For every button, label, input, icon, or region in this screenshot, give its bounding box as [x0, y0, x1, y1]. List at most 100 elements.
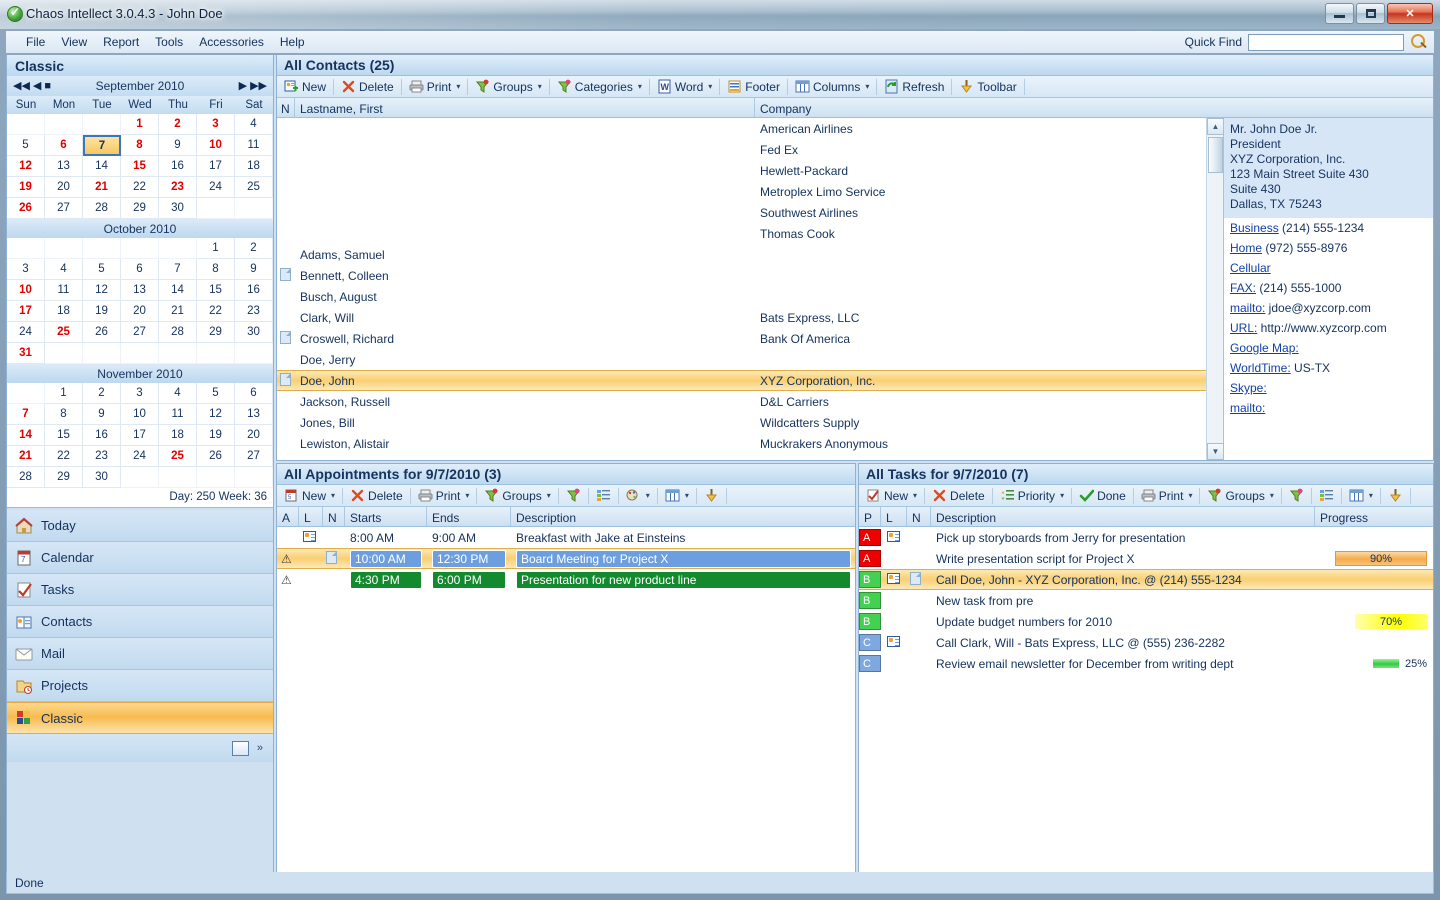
chevron-down-icon[interactable]: ▾: [331, 491, 335, 500]
calendar-day-3[interactable]: 3: [197, 114, 235, 135]
priority-badge[interactable]: C: [859, 634, 881, 651]
calendar-day-11[interactable]: 11: [235, 135, 273, 156]
calendar-grid-september[interactable]: 1 2 3 4 5 6 7 8 9 10 11 12 13 14 15 16 17 18 19 20 21 22 23 24 2…: [7, 114, 273, 219]
calendar-day-6[interactable]: 6: [121, 259, 159, 280]
contact-card-icon[interactable]: [303, 530, 316, 542]
calendar-day-4[interactable]: 4: [159, 383, 197, 404]
task-col-progress[interactable]: Progress: [1315, 507, 1433, 526]
sidebar-item-mail[interactable]: Mail: [7, 638, 273, 670]
appointments-funnel-green-button[interactable]: [561, 486, 586, 506]
appointments-print-button[interactable]: Print ▾: [413, 486, 475, 506]
chevron-down-icon[interactable]: ▾: [913, 491, 917, 500]
priority-badge[interactable]: B: [859, 613, 881, 630]
contact-row[interactable]: Hewlett-Packard: [277, 160, 1206, 181]
calendar-day-25[interactable]: 25: [159, 446, 197, 467]
appointments-columns-button[interactable]: ▾: [660, 486, 694, 506]
contact-row[interactable]: Fed Ex: [277, 139, 1206, 160]
calendar-day-6[interactable]: 6: [235, 383, 273, 404]
calendar-day-21[interactable]: 21: [7, 446, 45, 467]
calendar-day-20[interactable]: 20: [121, 301, 159, 322]
calendar-day-26[interactable]: 26: [83, 322, 121, 343]
contact-row[interactable]: Doe, John XYZ Corporation, Inc.: [277, 370, 1206, 391]
task-col-l[interactable]: L: [881, 507, 907, 526]
calendar-day-20[interactable]: 20: [235, 425, 273, 446]
calendar-day-26[interactable]: 26: [7, 198, 45, 219]
contacts-col-name[interactable]: Lastname, First: [295, 98, 755, 117]
chevron-down-icon[interactable]: ▾: [685, 491, 689, 500]
calendar-day-16[interactable]: 16: [83, 425, 121, 446]
appointments-toolbar-button[interactable]: [699, 486, 724, 506]
menu-tools[interactable]: Tools: [147, 32, 191, 52]
calendar-day-30[interactable]: 30: [159, 198, 197, 219]
contact-field-link[interactable]: mailto:: [1230, 401, 1265, 415]
contacts-word-button[interactable]: W Word ▾: [652, 77, 717, 97]
calendar-prev-icon[interactable]: ◀: [33, 80, 41, 92]
menu-accessories[interactable]: Accessories: [191, 32, 272, 52]
note-document-icon[interactable]: [280, 267, 291, 281]
calendar-day-18[interactable]: 18: [235, 156, 273, 177]
contacts-col-company[interactable]: Company: [755, 98, 1433, 117]
menu-report[interactable]: Report: [95, 32, 147, 52]
calendar-day-13[interactable]: 13: [45, 156, 83, 177]
calendar-day-3[interactable]: 3: [7, 259, 45, 280]
priority-badge[interactable]: B: [859, 592, 881, 609]
contact-row[interactable]: Thomas Cook: [277, 223, 1206, 244]
contact-card-icon[interactable]: [887, 530, 900, 542]
contacts-new-button[interactable]: New: [279, 77, 331, 97]
scroll-up-arrow-icon[interactable]: ▲: [1207, 118, 1224, 135]
contact-card-icon[interactable]: [887, 635, 900, 647]
contact-field-link[interactable]: FAX:: [1230, 281, 1256, 295]
contact-field-link[interactable]: URL:: [1230, 321, 1257, 335]
sidebar-item-classic[interactable]: Classic: [7, 702, 273, 734]
contact-row[interactable]: Adams, Samuel: [277, 244, 1206, 265]
appt-col-a[interactable]: A: [277, 507, 299, 526]
contacts-footer-button[interactable]: Footer: [722, 77, 785, 97]
task-row[interactable]: A Write presentation script for Project X…: [859, 548, 1433, 569]
calendar-day-24[interactable]: 24: [197, 177, 235, 198]
contact-row[interactable]: American Airlines: [277, 118, 1206, 139]
calendar-day-19[interactable]: 19: [197, 425, 235, 446]
contacts-columns-button[interactable]: Columns ▾: [790, 77, 874, 97]
tasks-columns-button[interactable]: ▾: [1344, 486, 1378, 506]
appointment-row[interactable]: ⚠ 10:00 AM 12:30 PM Board Meeting for Proje…: [277, 548, 855, 569]
contact-card-icon[interactable]: [887, 572, 900, 584]
alarm-bell-icon[interactable]: ⚠: [281, 552, 292, 566]
calendar-day-10[interactable]: 10: [7, 280, 45, 301]
calendar-day-29[interactable]: 29: [45, 467, 83, 488]
quick-find-input[interactable]: [1248, 33, 1404, 51]
tasks-list[interactable]: A Pick up storyboards from Jerry for pres…: [859, 527, 1433, 674]
contacts-delete-button[interactable]: Delete: [336, 77, 399, 97]
calendar-day-29[interactable]: 29: [197, 322, 235, 343]
appt-col-l[interactable]: L: [299, 507, 323, 526]
tasks-toolbar-button[interactable]: [1383, 486, 1408, 506]
chevron-down-icon[interactable]: ▾: [638, 82, 642, 91]
calendar-day-28[interactable]: 28: [7, 467, 45, 488]
contacts-col-n[interactable]: N: [277, 98, 295, 117]
calendar-day-1[interactable]: 1: [121, 114, 159, 135]
contact-field-link[interactable]: mailto:: [1230, 301, 1265, 315]
chevron-down-icon[interactable]: ▾: [538, 82, 542, 91]
task-row[interactable]: A Pick up storyboards from Jerry for pres…: [859, 527, 1433, 548]
chevron-down-icon[interactable]: ▾: [1188, 491, 1192, 500]
calendar-last-icon[interactable]: ▶▶: [250, 80, 267, 92]
calendar-day-28[interactable]: 28: [83, 198, 121, 219]
calendar-day-29[interactable]: 29: [121, 198, 159, 219]
calendar-day-28[interactable]: 28: [159, 322, 197, 343]
calendar-day-21[interactable]: 21: [83, 177, 121, 198]
task-col-description[interactable]: Description: [931, 507, 1315, 526]
close-button[interactable]: ✕: [1387, 3, 1433, 24]
sidebar-item-tasks[interactable]: Tasks: [7, 574, 273, 606]
calendar-day-8[interactable]: 8: [197, 259, 235, 280]
calendar-day-19[interactable]: 19: [83, 301, 121, 322]
calendar-day-5[interactable]: 5: [7, 135, 45, 156]
contact-field-link[interactable]: Home: [1230, 241, 1262, 255]
maximize-button[interactable]: [1356, 3, 1385, 24]
scroll-down-arrow-icon[interactable]: ▼: [1207, 443, 1224, 460]
calendar-day-23[interactable]: 23: [83, 446, 121, 467]
appt-col-starts[interactable]: Starts: [345, 507, 427, 526]
calendar-day-2[interactable]: 2: [83, 383, 121, 404]
chevron-down-icon[interactable]: ▾: [456, 82, 460, 91]
appointments-new-button[interactable]: 5 New ▾: [279, 486, 340, 506]
calendar-day-25[interactable]: 25: [45, 322, 83, 343]
calendar-day-7[interactable]: 7: [83, 135, 121, 156]
